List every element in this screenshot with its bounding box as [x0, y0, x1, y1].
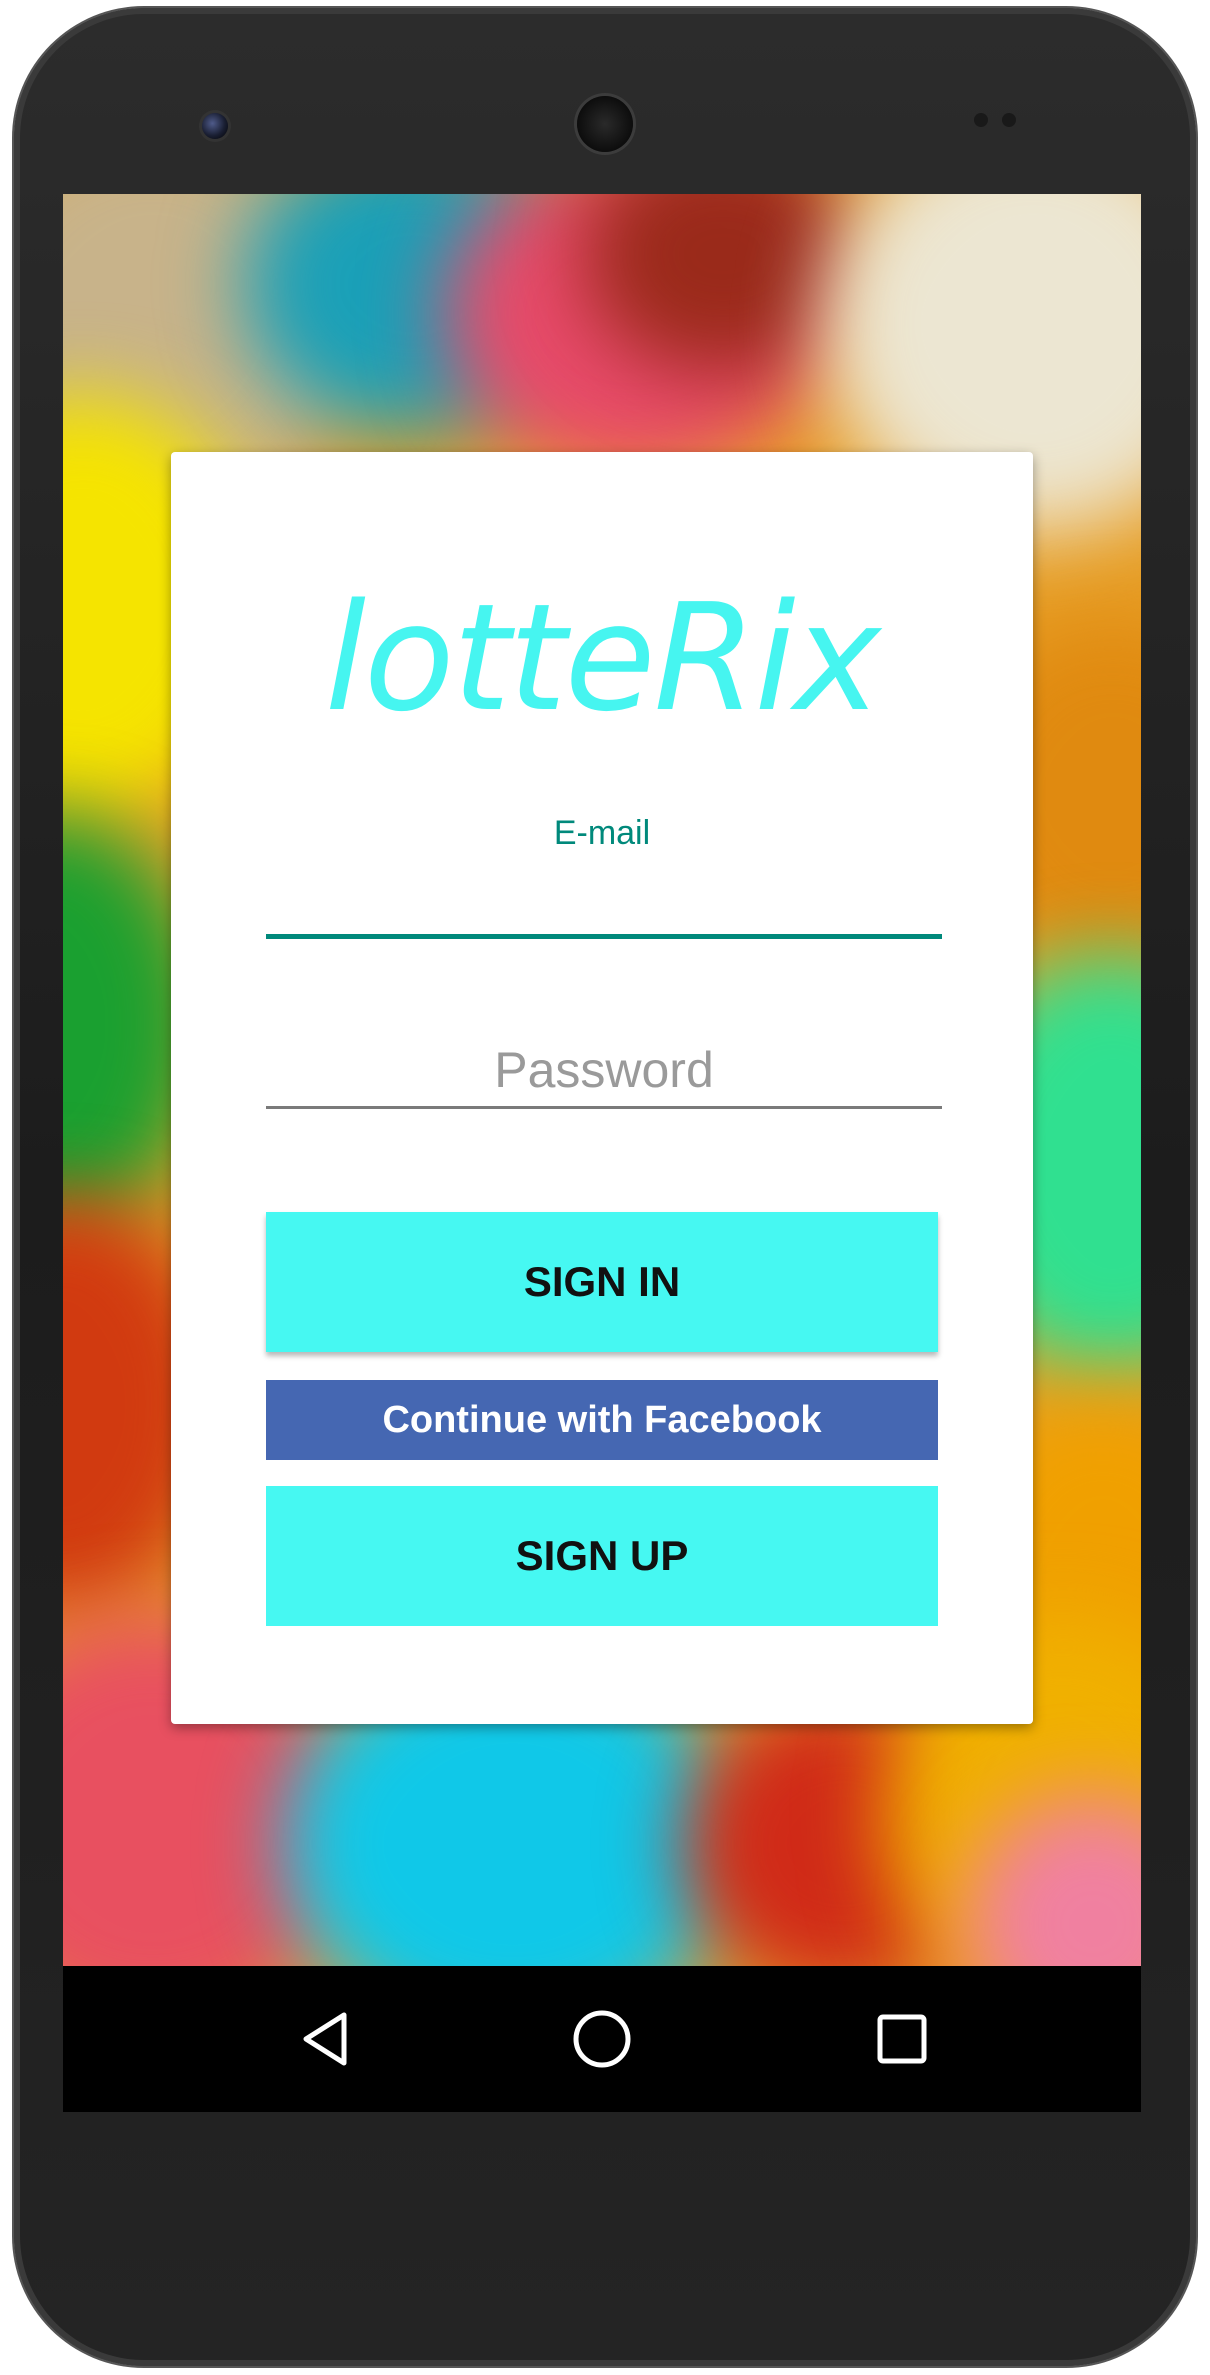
earpiece-speaker: [577, 96, 633, 152]
device-screen: lotteRix E-mail SIGN IN Continue with Fa…: [63, 194, 1141, 2112]
login-card: lotteRix E-mail SIGN IN Continue with Fa…: [171, 452, 1033, 1724]
sign-in-button[interactable]: SIGN IN: [266, 1212, 938, 1352]
front-camera: [202, 113, 228, 139]
password-field[interactable]: [266, 1034, 942, 1109]
email-label: E-mail: [553, 814, 651, 852]
back-icon[interactable]: [291, 2004, 361, 2074]
email-field[interactable]: [266, 862, 942, 939]
system-navigation-bar: [63, 1966, 1141, 2112]
home-icon[interactable]: [567, 2004, 637, 2074]
phone-frame: lotteRix E-mail SIGN IN Continue with Fa…: [14, 8, 1196, 2366]
facebook-login-button[interactable]: Continue with Facebook: [266, 1380, 938, 1460]
app-logo: lotteRix: [324, 572, 881, 744]
sign-up-button[interactable]: SIGN UP: [266, 1486, 938, 1626]
proximity-sensors: [974, 113, 1034, 133]
blurred-background: lotteRix E-mail SIGN IN Continue with Fa…: [63, 194, 1141, 1966]
recents-icon[interactable]: [867, 2004, 937, 2074]
